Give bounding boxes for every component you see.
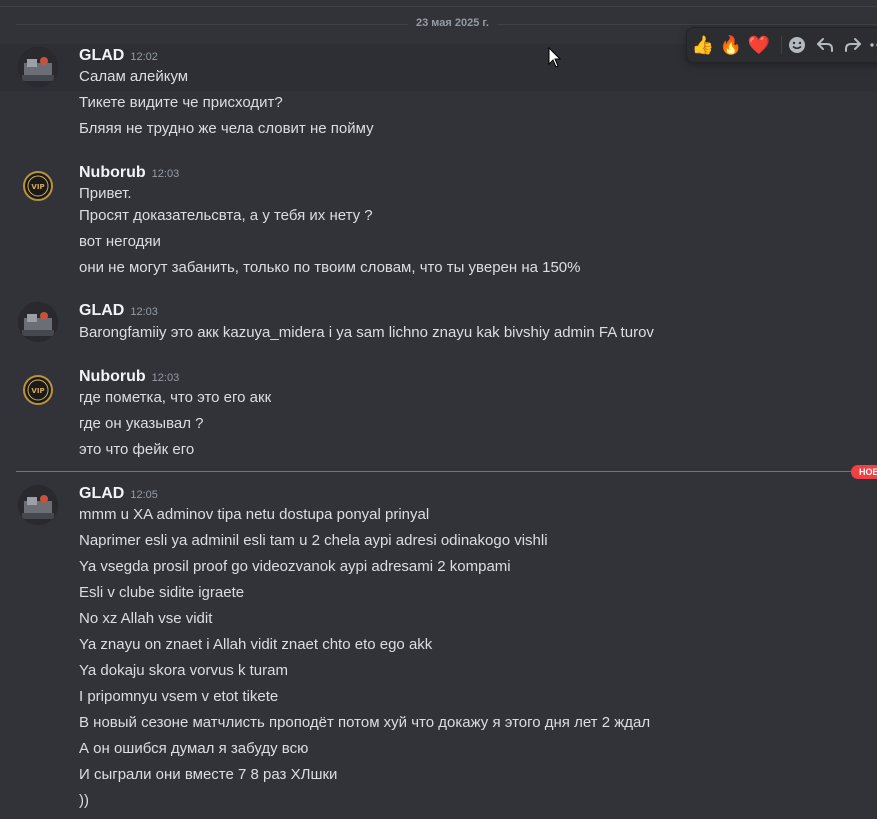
message-header: GLAD 12:02 xyxy=(79,45,158,67)
timestamp[interactable]: 12:03 xyxy=(152,168,180,180)
message-text: Привет. xyxy=(79,185,132,202)
username[interactable]: GLAD xyxy=(79,47,124,64)
message-header: GLAD 12:03 xyxy=(79,300,158,322)
timestamp[interactable]: 12:05 xyxy=(130,489,158,501)
message-text: где он указывал ? xyxy=(79,415,204,432)
message-text: Barongfamiiy это акк kazuya_midera i ya … xyxy=(79,324,654,341)
svg-text:VIP: VIP xyxy=(31,183,44,191)
message-header: Nuborub 12:03 xyxy=(79,366,179,388)
message-text: Naprimer esli ya adminil esli tam u 2 ch… xyxy=(79,532,548,549)
avatar[interactable] xyxy=(18,485,58,525)
message-text: В новый сезоне матчлисть проподёт потом … xyxy=(79,714,651,731)
avatar[interactable] xyxy=(18,302,58,342)
date-divider-label: 23 мая 2025 г. xyxy=(408,17,497,29)
message-text: No xz Allah vse vidit xyxy=(79,610,213,627)
new-messages-badge: НОВ xyxy=(851,465,877,479)
message-header: GLAD 12:05 xyxy=(79,483,158,505)
message-header: Nuborub 12:03 xyxy=(79,162,179,184)
add-reaction-icon[interactable] xyxy=(784,33,810,57)
message-text: I pripomnyu vsem v etot tikete xyxy=(79,688,279,705)
reaction-thumbs-up[interactable]: 👍 xyxy=(690,33,716,57)
new-messages-divider xyxy=(16,471,851,472)
message-text: Esli v clube sidite igraete xyxy=(79,584,245,601)
svg-text:VIP: VIP xyxy=(31,387,44,395)
toolbar-separator xyxy=(781,36,782,54)
message-text: Тикете видите че присходит? xyxy=(79,94,283,111)
username[interactable]: GLAD xyxy=(79,302,124,319)
reaction-heart[interactable]: ❤️ xyxy=(746,33,772,57)
top-border xyxy=(0,6,877,7)
message-text: Ya dokaju skora vorvus k turam xyxy=(79,662,288,679)
more-icon[interactable] xyxy=(865,33,877,57)
message-text: И сыграли они вместе 7 8 раз ХЛшки xyxy=(79,766,338,783)
avatar[interactable]: VIP xyxy=(18,164,58,204)
message-text: mmm u XA adminov tipa netu dostupa ponya… xyxy=(79,506,430,523)
message-actions-toolbar: 👍 🔥 ❤️ xyxy=(686,27,877,63)
avatar[interactable]: VIP xyxy=(18,368,58,408)
message-text: они не могут забанить, только по твоим с… xyxy=(79,259,581,276)
message-text: это что фейк его xyxy=(79,441,195,458)
message-text: )) xyxy=(79,792,89,809)
message-text: Бляяя не трудно же чела словит не пойму xyxy=(79,120,374,137)
message-text: вот негодяи xyxy=(79,233,161,250)
message-text: А он ошибся думал я забуду всю xyxy=(79,740,309,757)
message-text: Просят доказательсвта, а у тебя их нету … xyxy=(79,207,373,224)
reply-icon[interactable] xyxy=(812,33,838,57)
username[interactable]: GLAD xyxy=(79,485,124,502)
username[interactable]: Nuborub xyxy=(79,164,146,181)
message-text: Ya vsegda prosil proof go videozvanok ay… xyxy=(79,558,511,575)
message-text: где пометка, что это его акк xyxy=(79,389,272,406)
message-text: Салам алейкум xyxy=(79,68,189,85)
reaction-fire[interactable]: 🔥 xyxy=(718,33,744,57)
timestamp[interactable]: 12:03 xyxy=(130,306,158,318)
mouse-cursor-icon xyxy=(548,46,562,74)
username[interactable]: Nuborub xyxy=(79,368,146,385)
timestamp[interactable]: 12:02 xyxy=(130,51,158,63)
forward-icon[interactable] xyxy=(840,33,866,57)
message-text: Ya znayu on znaet i Allah vidit znaet ch… xyxy=(79,636,433,653)
timestamp[interactable]: 12:03 xyxy=(152,372,180,384)
avatar[interactable] xyxy=(18,47,58,87)
